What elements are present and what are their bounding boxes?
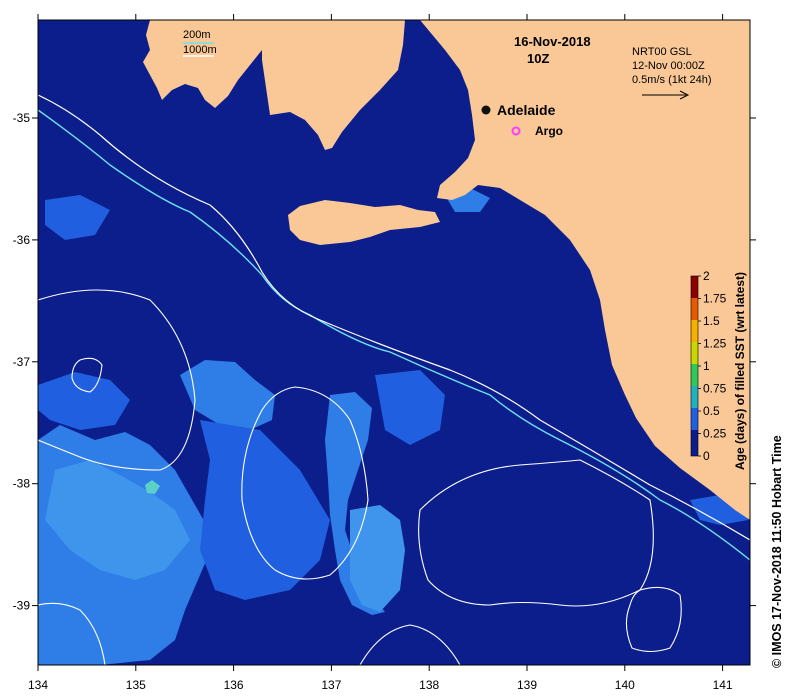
colorbar-tick-label: 1.75 — [703, 292, 727, 306]
y-tick-label: -36 — [13, 233, 31, 247]
x-tick-label: 138 — [419, 678, 439, 692]
x-tick-label: 136 — [224, 678, 244, 692]
colorbar-tick-label: 0 — [703, 449, 710, 463]
city-marker-adelaide — [481, 105, 491, 115]
x-tick-label: 140 — [615, 678, 635, 692]
map-plot-area — [38, 20, 750, 665]
current-legend-line3: 0.5m/s (1kt 24h) — [632, 74, 711, 86]
x-tick-label: 134 — [28, 678, 48, 692]
colorbar-tick-label: 2 — [703, 269, 710, 283]
colorbar-tick-label: 0.75 — [703, 382, 727, 396]
y-tick-label: -39 — [13, 599, 31, 613]
y-tick-label: -38 — [13, 477, 31, 491]
colorbar-tick-label: 0.25 — [703, 427, 727, 441]
argo-label: Argo — [535, 124, 563, 138]
sst-age-map: 200m 1000m 16-Nov-2018 10Z NRT00 GSL 12-… — [13, 14, 784, 692]
map-date: 16-Nov-2018 — [514, 34, 591, 49]
colorbar-title: Age (days) of filled SST (wrt latest) — [733, 272, 747, 470]
current-legend-line1: NRT00 GSL — [632, 46, 692, 58]
x-tick-label: 137 — [321, 678, 341, 692]
legend-label-1000m: 1000m — [183, 44, 217, 56]
current-legend-line2: 12-Nov 00:00Z — [632, 60, 705, 72]
y-tick-label: -35 — [13, 111, 31, 125]
legend-label-200m: 200m — [183, 29, 211, 41]
city-label-adelaide: Adelaide — [497, 102, 556, 118]
credit-text: © IMOS 17-Nov-2018 11:50 Hobart Time — [770, 435, 784, 668]
x-tick-label: 135 — [126, 678, 146, 692]
colorbar-tick-label: 1 — [703, 359, 710, 373]
x-tick-label: 141 — [713, 678, 733, 692]
colorbar-tick-label: 1.5 — [703, 314, 720, 328]
map-time: 10Z — [527, 51, 549, 66]
x-tick-label: 139 — [517, 678, 537, 692]
y-tick-label: -37 — [13, 355, 31, 369]
colorbar — [690, 275, 699, 457]
colorbar-tick-label: 0.5 — [703, 404, 720, 418]
colorbar-tick-label: 1.25 — [703, 337, 727, 351]
